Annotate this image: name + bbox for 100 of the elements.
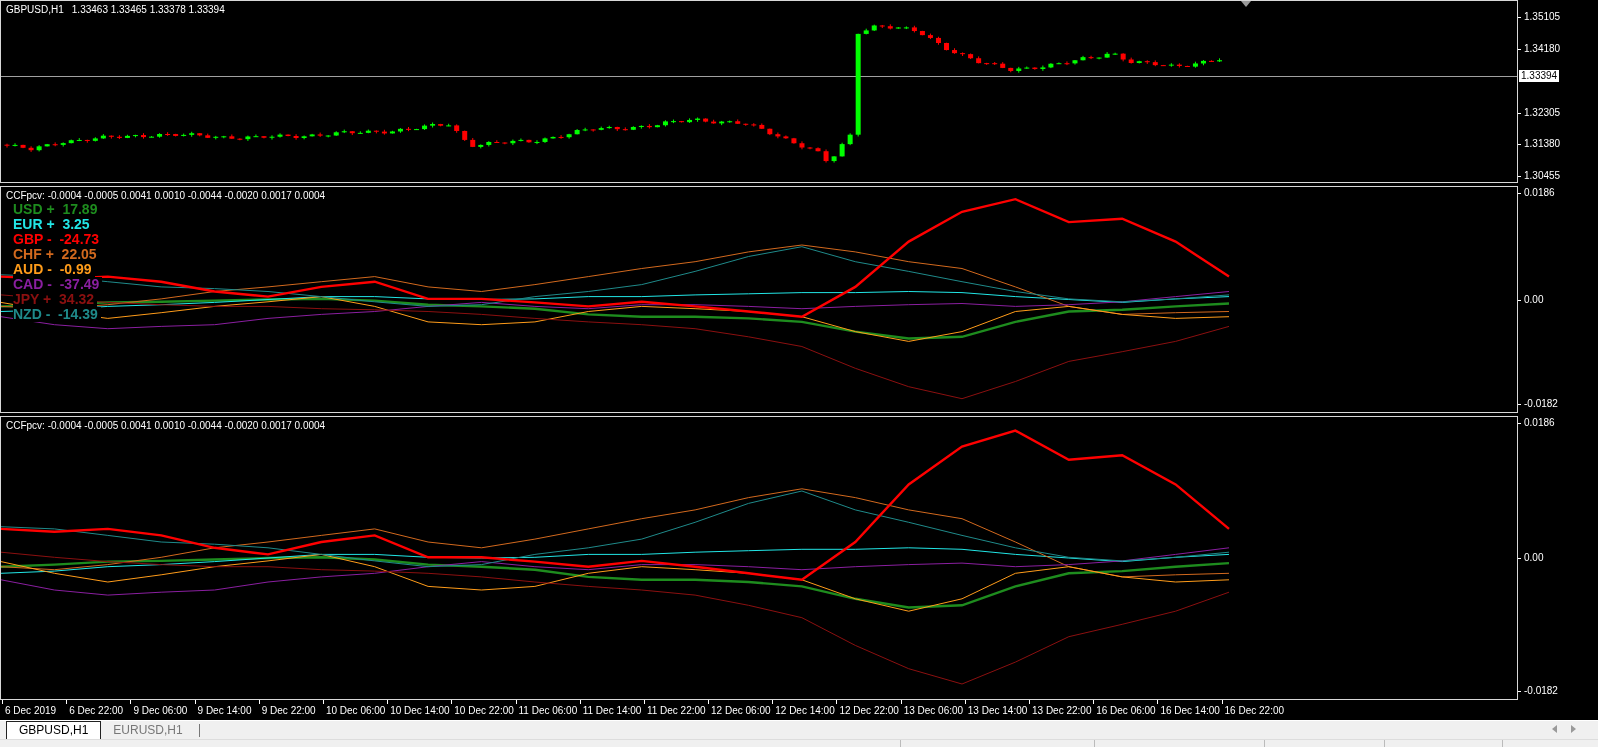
candle [261,135,267,139]
scroll-right-icon[interactable] [1571,725,1576,733]
candle [309,133,315,137]
candle [879,24,885,29]
candle [213,135,219,140]
price-tick: 1.32305 [1518,106,1561,119]
time-label: 10 Dec 06:00 [322,700,388,720]
candle [1088,55,1094,60]
candle [534,139,540,145]
candle [389,130,395,135]
candle [783,134,789,140]
candle [1209,59,1214,63]
candle [815,146,821,152]
candle [197,132,203,137]
candle [791,137,797,145]
candle [44,143,50,147]
candle [823,148,829,164]
candle [695,116,701,123]
candle [157,132,163,139]
legend-entry: NZD - -14.39 [13,307,101,322]
candle [727,120,733,124]
candle [277,132,283,139]
candle [542,137,548,144]
time-label: 11 Dec 14:00 [579,700,644,720]
time-label: 16 Dec 22:00 [1221,700,1286,720]
legend-entry: EUR + 3.25 [13,217,93,232]
candle [735,118,741,125]
candle [141,132,146,140]
time-label: 6 Dec 22:00 [66,700,131,720]
candle [20,144,26,149]
candle [1160,64,1166,67]
scroll-left-icon[interactable] [1552,725,1557,733]
candle [566,133,572,140]
candle [654,124,660,128]
candle [1217,57,1223,63]
candle [799,140,805,150]
candle [927,33,933,40]
candle [518,138,524,142]
candle [719,120,725,126]
axis-tick: 0.0186 [1518,417,1555,429]
candle [36,144,42,152]
candle [397,127,403,134]
candle [301,135,307,140]
candle [775,132,781,139]
time-label: 13 Dec 06:00 [900,700,965,720]
candle [430,122,436,128]
candle [550,135,556,140]
chart-tab[interactable]: EURUSD,H1 [101,722,195,739]
candle [1056,61,1062,65]
candle [486,140,492,147]
candle [28,145,34,153]
candle [1008,67,1014,73]
candle [1064,60,1070,66]
candle [1080,55,1086,61]
candle [4,143,10,149]
legend-entry: AUD - -0.99 [13,262,95,277]
price-tick: 1.31380 [1518,138,1561,151]
candle [863,28,869,35]
symbol-label: GBPUSD,H1 [6,4,64,15]
candle [1016,66,1022,74]
candle [614,126,620,132]
candle [1136,60,1142,64]
axis-tick: 0.00 [1518,552,1544,565]
candle [936,36,941,46]
candle [847,132,853,146]
candle [1024,66,1030,70]
candle [165,131,171,137]
price-tick: 1.30455 [1518,170,1561,182]
candle [944,42,949,51]
candle [293,133,299,141]
candle [333,130,339,137]
candle [133,134,138,138]
candle [1072,59,1078,66]
chart-tab[interactable]: GBPUSD,H1 [6,721,102,739]
candle [1152,59,1158,67]
candle [960,51,966,57]
candle [952,47,958,55]
candle [767,128,773,136]
candle [590,128,596,133]
candle [502,141,508,145]
price-tick: 1.34180 [1518,42,1561,55]
candle [510,139,516,146]
candle [205,133,211,139]
candle [574,128,580,135]
candle [1104,51,1110,59]
candle [462,130,468,142]
time-label: 13 Dec 22:00 [1029,700,1094,720]
time-label: 10 Dec 22:00 [451,700,516,720]
candle [630,125,636,131]
candle [679,120,684,123]
axis-tick: -0.0182 [1518,398,1558,410]
candle [173,133,179,137]
candle [237,137,243,141]
candle [984,62,990,66]
candle [1168,62,1174,68]
time-label: 9 Dec 06:00 [130,700,195,720]
time-label: 9 Dec 14:00 [194,700,259,720]
candle [582,127,588,132]
candle [1120,52,1126,62]
candle [438,123,444,127]
